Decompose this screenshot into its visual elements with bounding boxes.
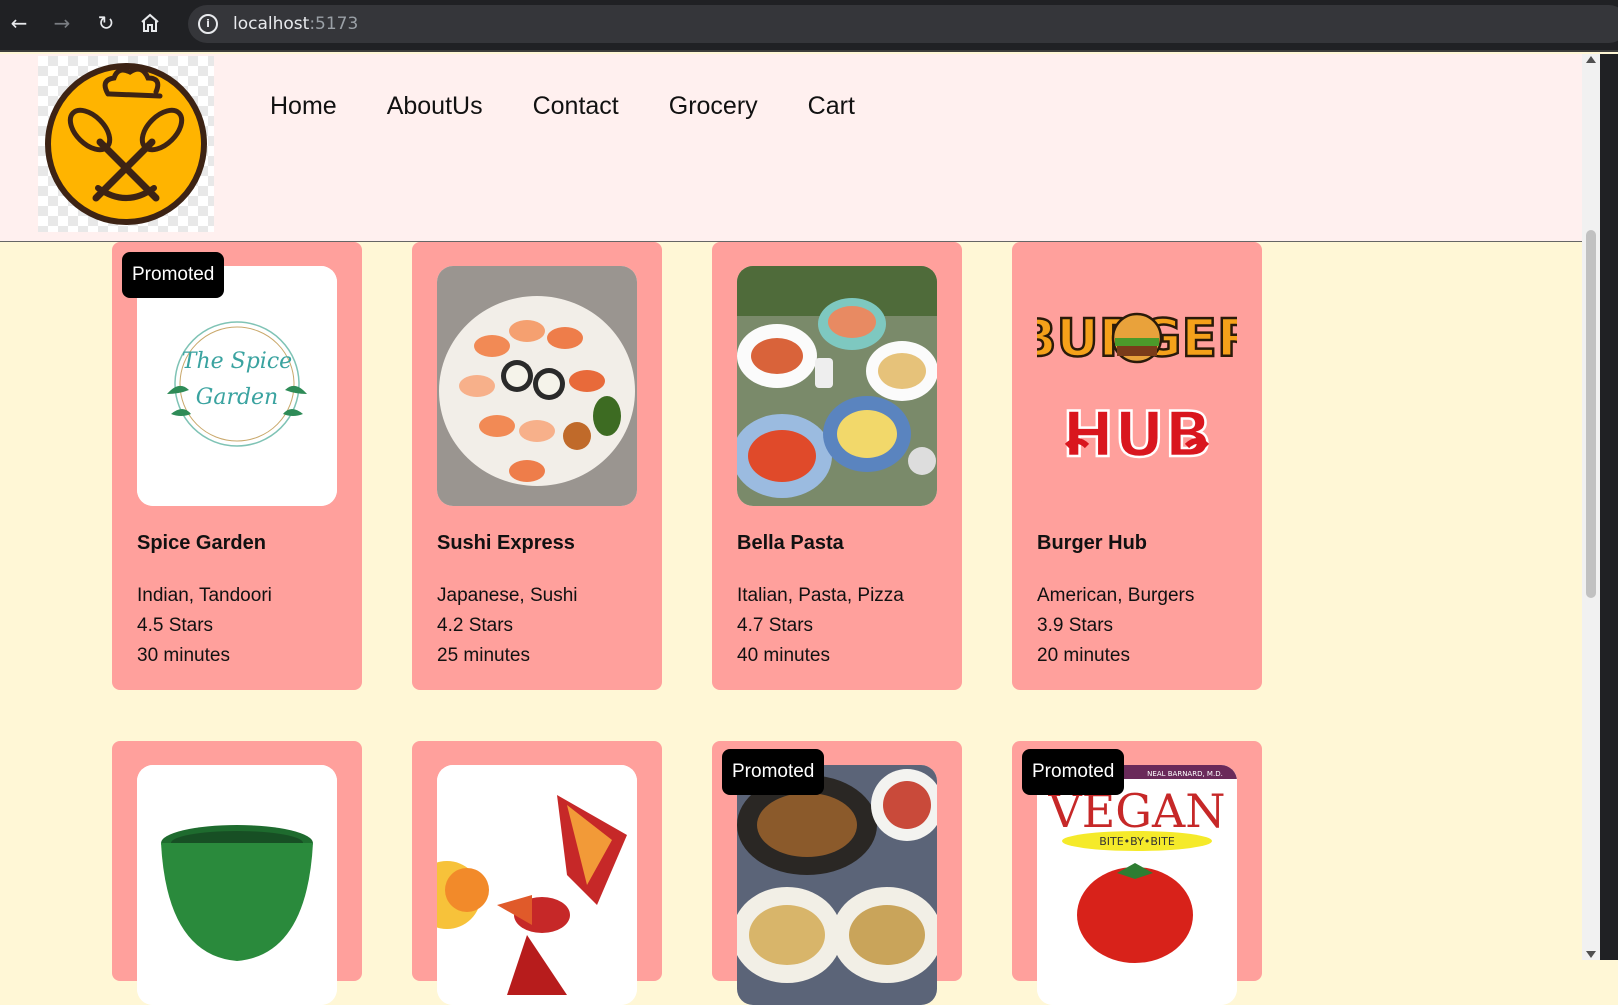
devtools-panel-edge	[1600, 54, 1618, 960]
restaurant-image: The Spice Garden	[137, 266, 337, 506]
promoted-badge: Promoted	[722, 749, 825, 795]
restaurant-image: BURGER HUB	[1037, 266, 1237, 506]
restaurant-card[interactable]: Promoted The Spice Garden Spice Garden I…	[112, 242, 362, 690]
promoted-badge: Promoted	[122, 252, 225, 298]
restaurant-delivery-time: 30 minutes	[137, 645, 230, 666]
restaurant-rating: 4.5 Stars	[137, 615, 214, 636]
restaurant-cuisine: Indian, Tandoori	[137, 585, 272, 606]
restaurant-cuisine: Italian, Pasta, Pizza	[737, 585, 904, 606]
nav-link-home[interactable]: Home	[270, 92, 337, 121]
restaurant-card[interactable]	[112, 741, 362, 1005]
scroll-thumb[interactable]	[1586, 230, 1596, 598]
restaurant-card[interactable]: Sushi Express Japanese, Sushi 4.2 Stars …	[412, 242, 662, 690]
restaurant-cuisine: American, Burgers	[1037, 585, 1195, 606]
main-nav: Home AboutUs Contact Grocery Cart	[270, 92, 855, 121]
chef-whisk-logo-icon	[45, 63, 207, 225]
restaurant-delivery-time: 25 minutes	[437, 645, 530, 666]
restaurant-card[interactable]: Bella Pasta Italian, Pasta, Pizza 4.7 St…	[712, 242, 962, 690]
back-arrow-icon[interactable]: ←	[6, 10, 32, 36]
restaurant-image	[437, 765, 637, 1005]
restaurant-image	[737, 266, 937, 506]
restaurant-image	[737, 765, 937, 1005]
nav-link-grocery[interactable]: Grocery	[669, 92, 758, 121]
restaurant-delivery-time: 20 minutes	[1037, 645, 1130, 666]
page-scrollbar[interactable]	[1582, 54, 1600, 960]
home-icon[interactable]	[137, 10, 163, 36]
nav-link-cart[interactable]: Cart	[808, 92, 855, 121]
url-port: :5173	[309, 14, 359, 34]
book-author: NEAL BARNARD, M.D.	[1147, 770, 1223, 778]
restaurant-rating: 4.7 Stars	[737, 615, 814, 636]
restaurant-rating: 3.9 Stars	[1037, 615, 1114, 636]
scroll-down-arrow-icon[interactable]	[1586, 951, 1596, 958]
restaurant-image	[437, 266, 637, 506]
restaurant-card[interactable]	[412, 741, 662, 1005]
restaurant-card[interactable]: Promoted	[712, 741, 962, 1005]
nav-link-aboutus[interactable]: AboutUs	[387, 92, 483, 121]
scroll-up-arrow-icon[interactable]	[1586, 56, 1596, 63]
nav-link-contact[interactable]: Contact	[533, 92, 619, 121]
restaurant-rating: 4.2 Stars	[437, 615, 514, 636]
site-info-icon[interactable]: i	[198, 14, 218, 34]
spice-garden-logo-line2: Garden	[196, 385, 278, 410]
spice-garden-logo-line1: The Spice	[182, 349, 292, 374]
restaurant-card[interactable]: Promoted NEAL BARNARD, M.D. VEGAN BITE•B…	[1012, 741, 1262, 1005]
url-host: localhost	[233, 14, 310, 34]
restaurant-card[interactable]: BURGER HUB Burger Hub American, Burgers …	[1012, 242, 1262, 690]
restaurant-delivery-time: 40 minutes	[737, 645, 830, 666]
restaurant-name: Burger Hub	[1037, 532, 1147, 554]
restaurant-name: Spice Garden	[137, 532, 266, 554]
address-bar[interactable]: i localhost:5173	[188, 5, 1618, 43]
restaurant-name: Bella Pasta	[737, 532, 844, 554]
restaurant-image: NEAL BARNARD, M.D. VEGAN BITE•BY•BITE	[1037, 765, 1237, 1005]
reload-icon[interactable]: ↻	[93, 10, 119, 36]
url-text: localhost:5173	[233, 14, 358, 34]
restaurant-image	[137, 765, 337, 1005]
book-subtitle: BITE•BY•BITE	[1099, 835, 1175, 848]
forward-arrow-icon[interactable]: →	[49, 10, 75, 36]
promoted-badge: Promoted	[1022, 749, 1125, 795]
browser-toolbar: ← → ↻ i localhost:5173	[0, 0, 1618, 52]
burger-hub-logo-line2: HUB	[1062, 398, 1212, 471]
site-logo[interactable]	[38, 56, 214, 232]
restaurant-name: Sushi Express	[437, 532, 575, 554]
restaurant-cuisine: Japanese, Sushi	[437, 585, 578, 606]
site-header: Home AboutUs Contact Grocery Cart	[0, 54, 1582, 242]
